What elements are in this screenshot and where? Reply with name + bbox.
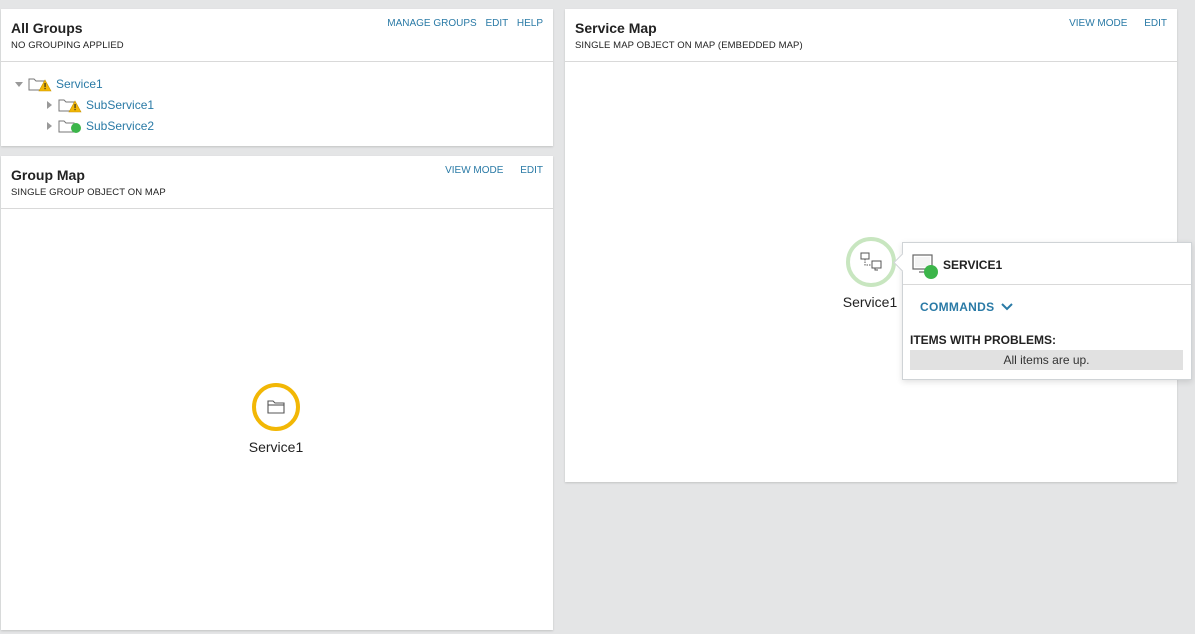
monitor-status-icon (912, 254, 940, 280)
group-map-panel: Group Map SINGLE GROUP OBJECT ON MAP VIE… (1, 156, 553, 630)
commands-label: COMMANDS (920, 300, 995, 314)
panel-subtitle: NO GROUPING APPLIED (11, 40, 124, 51)
panel-title: Group Map (11, 167, 85, 183)
tree-item-subservice1[interactable]: SubService1 (44, 96, 154, 114)
folder-warning-icon (58, 97, 84, 113)
tree-item-label[interactable]: Service1 (56, 77, 103, 91)
network-map-icon (846, 237, 896, 287)
edit-link[interactable]: EDIT (1144, 18, 1167, 29)
map-node-label: Service1 (248, 439, 304, 455)
map-node-service1[interactable] (845, 236, 897, 288)
edit-link[interactable]: EDIT (520, 165, 543, 176)
popup-header: SERVICE1 (903, 243, 1191, 285)
all-groups-panel: All Groups NO GROUPING APPLIED MANAGE GR… (1, 9, 553, 146)
view-mode-link[interactable]: VIEW MODE (1069, 18, 1127, 29)
collapse-toggle-icon[interactable] (14, 79, 24, 89)
edit-link[interactable]: EDIT (485, 18, 508, 29)
tree-item-label[interactable]: SubService1 (86, 98, 154, 112)
group-map-canvas: Service1 (1, 209, 553, 630)
folder-up-icon (58, 118, 84, 134)
folder-icon (252, 383, 300, 431)
popup-title: SERVICE1 (943, 258, 1003, 272)
panel-title: All Groups (11, 20, 83, 36)
panel-links: VIEW MODE EDIT (1063, 18, 1167, 29)
tree-item-label[interactable]: SubService2 (86, 119, 154, 133)
all-groups-header: All Groups NO GROUPING APPLIED MANAGE GR… (1, 9, 553, 62)
group-map-header: Group Map SINGLE GROUP OBJECT ON MAP VIE… (1, 156, 553, 209)
chevron-down-icon (1001, 303, 1014, 311)
object-popup: SERVICE1 COMMANDS ITEMS WITH PROBLEMS: A… (893, 242, 1192, 380)
panel-subtitle: SINGLE MAP OBJECT ON MAP (EMBEDDED MAP) (575, 40, 803, 51)
map-node-service1[interactable] (251, 382, 301, 432)
expand-toggle-icon[interactable] (44, 100, 54, 110)
view-mode-link[interactable]: VIEW MODE (445, 165, 503, 176)
manage-groups-link[interactable]: MANAGE GROUPS (387, 18, 476, 29)
problems-title: ITEMS WITH PROBLEMS: (910, 333, 1056, 347)
panel-subtitle: SINGLE GROUP OBJECT ON MAP (11, 187, 166, 198)
help-link[interactable]: HELP (517, 18, 543, 29)
panel-links: MANAGE GROUPS EDIT HELP (381, 18, 543, 29)
folder-warning-icon (28, 76, 54, 92)
service-map-header: Service Map SINGLE MAP OBJECT ON MAP (EM… (565, 9, 1177, 62)
tree-item-subservice2[interactable]: SubService2 (44, 117, 154, 135)
expand-toggle-icon[interactable] (44, 121, 54, 131)
tree-item-service1[interactable]: Service1 (14, 75, 103, 93)
panel-title: Service Map (575, 20, 657, 36)
problems-status-box: All items are up. (910, 350, 1183, 370)
panel-links: VIEW MODE EDIT (439, 165, 543, 176)
commands-dropdown[interactable]: COMMANDS (920, 300, 1014, 314)
